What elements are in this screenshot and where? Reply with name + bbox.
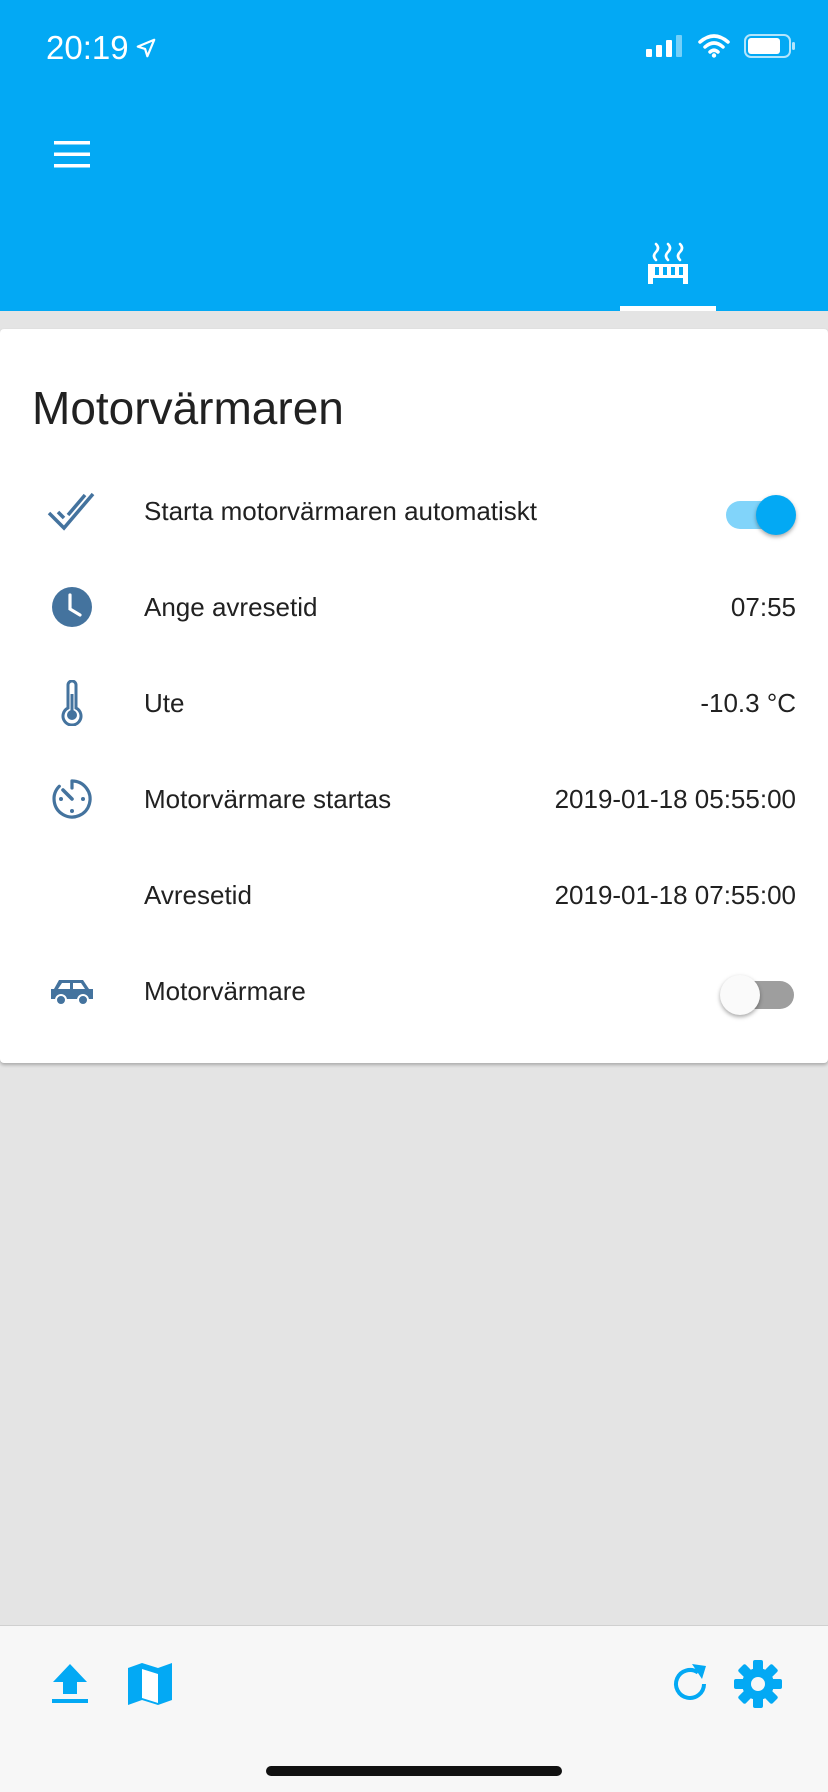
departure-datetime-value: 2019-01-18 07:55:00 — [554, 879, 796, 910]
map-button[interactable] — [122, 1656, 178, 1712]
map-icon — [128, 1663, 172, 1705]
row-label: Ute — [144, 687, 185, 718]
row-label: Avresetid — [144, 879, 252, 910]
location-arrow-icon — [136, 38, 155, 58]
refresh-button[interactable] — [662, 1656, 718, 1712]
check-all-icon — [46, 485, 98, 537]
tab-active-indicator — [620, 306, 716, 311]
settings-button[interactable] — [730, 1656, 786, 1712]
wifi-icon — [698, 34, 730, 58]
row-label: Motorvärmare — [144, 975, 306, 1006]
car-icon — [46, 965, 98, 1017]
heater-start-value: 2019-01-18 05:55:00 — [554, 783, 796, 814]
row-outdoor-temp: Ute -10.3 °C — [0, 655, 828, 751]
home-indicator[interactable] — [266, 1766, 562, 1776]
toggle-thumb — [720, 975, 760, 1015]
tab-heater[interactable] — [620, 228, 716, 311]
engine-heater-toggle[interactable] — [720, 967, 794, 1015]
row-engine-heater: Motorvärmare — [0, 943, 828, 1039]
row-heater-start: Motorvärmare startas 2019-01-18 05:55:00 — [0, 751, 828, 847]
outdoor-temp-value: -10.3 °C — [700, 687, 796, 718]
time-text: 20:19 — [46, 29, 129, 66]
row-departure-datetime: Avresetid 2019-01-18 07:55:00 — [0, 847, 828, 943]
status-bar-time: 20:19 — [46, 29, 157, 67]
row-label: Motorvärmare startas — [144, 783, 392, 814]
row-departure-time-input[interactable]: Ange avresetid 07:55 — [0, 559, 828, 655]
menu-button[interactable] — [52, 139, 92, 169]
radiator-icon — [648, 242, 688, 284]
settings-icon — [734, 1660, 782, 1708]
battery-icon — [744, 34, 795, 58]
app-header: 20:19 — [0, 0, 828, 311]
heater-card: Motorvärmaren Starta motorvärmaren autom… — [0, 329, 828, 1063]
toggle-thumb — [756, 495, 796, 535]
signal-icon — [646, 35, 682, 57]
row-auto-start: Starta motorvärmaren automatiskt — [0, 463, 828, 559]
upload-button[interactable] — [42, 1656, 98, 1712]
timer-icon — [46, 773, 98, 825]
hamburger-menu-icon — [54, 141, 90, 168]
refresh-icon — [674, 1664, 706, 1700]
upload-icon — [52, 1664, 88, 1703]
departure-time-value[interactable]: 07:55 — [731, 592, 796, 623]
row-label: Ange avresetid — [144, 591, 318, 622]
row-label: Starta motorvärmaren automatiskt — [144, 495, 538, 526]
card-title: Motorvärmaren — [32, 382, 344, 434]
thermometer-icon — [46, 677, 98, 729]
status-bar-indicators — [646, 34, 796, 58]
auto-start-toggle[interactable] — [720, 487, 796, 535]
clock-icon — [46, 581, 98, 633]
